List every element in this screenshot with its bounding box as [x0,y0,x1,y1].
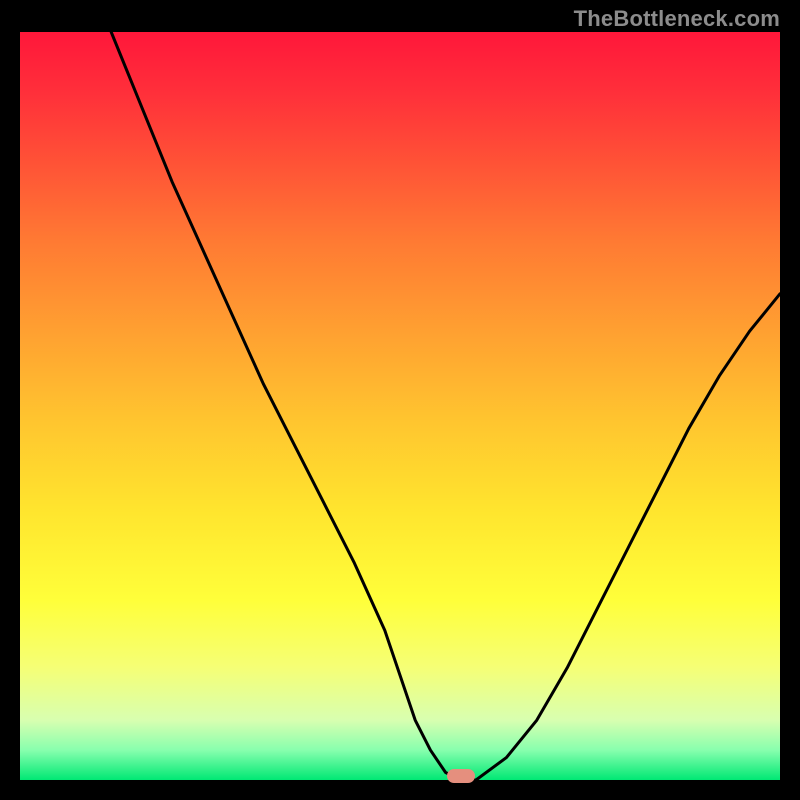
chart-container: TheBottleneck.com [0,0,800,800]
bottleneck-curve [20,32,780,780]
chart-plot-area [20,32,780,780]
attribution-label: TheBottleneck.com [574,6,780,32]
optimal-point-marker [447,769,475,783]
